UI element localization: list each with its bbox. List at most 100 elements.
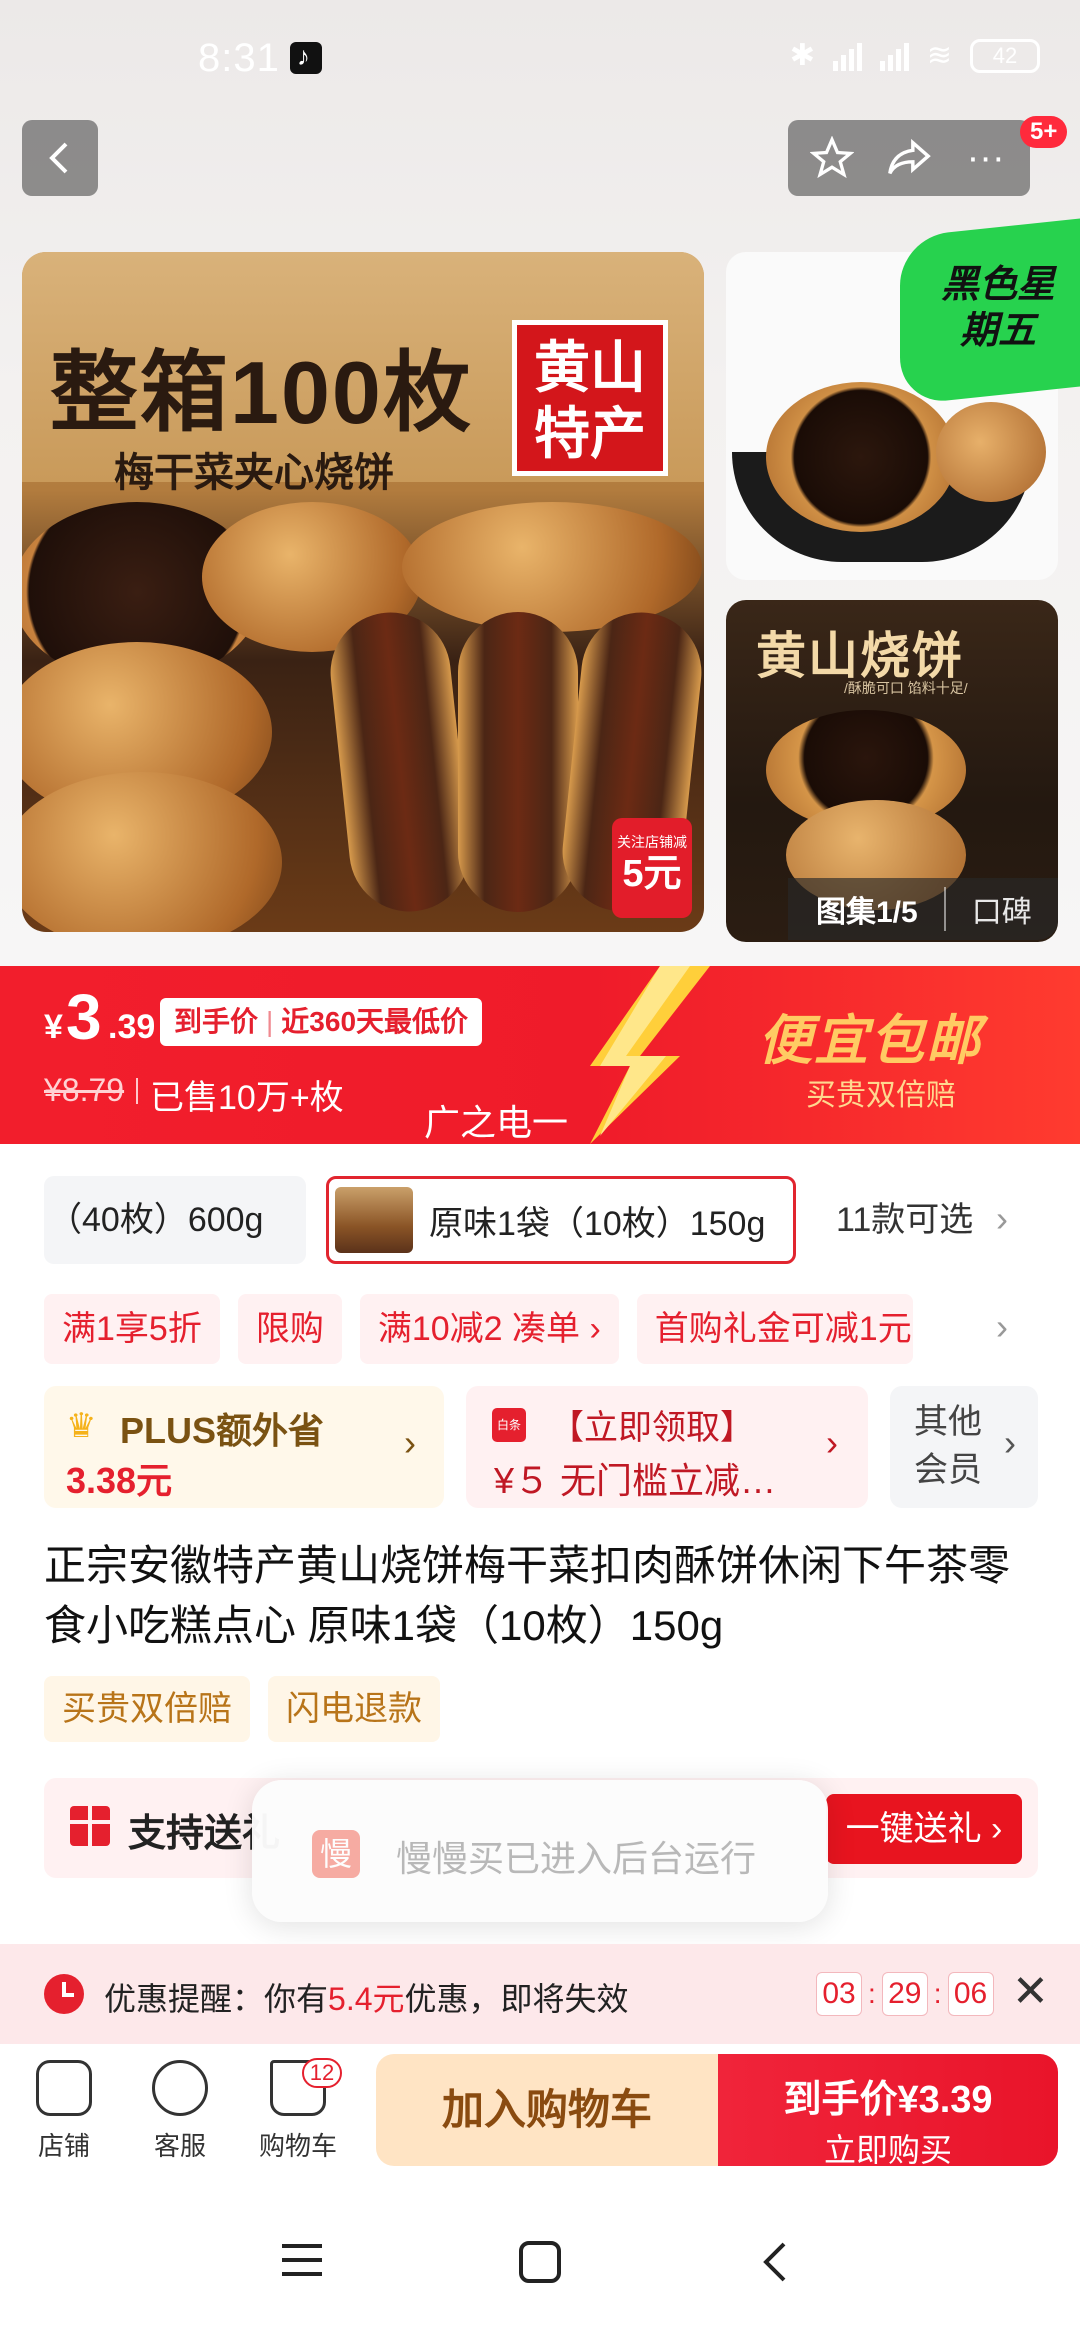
promo-tag[interactable]: 满10减2 凑单 › bbox=[359, 1294, 619, 1364]
follow-store-promo: 关注店铺减 5元 bbox=[612, 818, 692, 918]
close-icon[interactable]: ✕ bbox=[1012, 1966, 1049, 2017]
guarantee-tag[interactable]: 闪电退款 bbox=[268, 1676, 440, 1742]
system-navigation-bar bbox=[0, 2190, 1080, 2340]
send-gift-button[interactable]: 一键送礼 › bbox=[826, 1794, 1022, 1864]
buy-now-label: 立即购买 bbox=[823, 2132, 952, 2168]
buy-now-button[interactable]: 到手价¥3.39 立即购买 bbox=[718, 2054, 1058, 2168]
reviews-link[interactable]: 口碑 bbox=[946, 887, 1032, 931]
back-button[interactable] bbox=[22, 120, 98, 196]
app-icon: 慢 bbox=[312, 1830, 360, 1878]
guarantee-tag[interactable]: 买贵双倍赔 bbox=[44, 1676, 250, 1742]
sku-more-link[interactable]: 11款可选 bbox=[836, 1176, 973, 1264]
timer-minutes: 29 bbox=[881, 1972, 928, 2016]
message-badge: 5+ bbox=[1020, 116, 1068, 148]
baitiao-icon: 白条 bbox=[492, 1408, 526, 1442]
thumbnail-subtitle: /酥脆可口 馅料十足/ bbox=[844, 680, 968, 696]
guarantee-row: 买贵双倍赔 闪电退款 bbox=[44, 1676, 440, 1742]
product-title: 正宗安徽特产黄山烧饼梅干菜扣肉酥饼休闲下午茶零食小吃糕点心 原味1袋（10枚）1… bbox=[44, 1542, 1011, 1649]
promo-tag[interactable]: 首购礼金可减1元 bbox=[636, 1294, 913, 1364]
battery-indicator: 42 bbox=[970, 38, 1040, 73]
timer-hours: 03 bbox=[816, 1972, 862, 2016]
plus-savings-card[interactable]: ♛ PLUS额外省 3.38元 › bbox=[44, 1386, 444, 1508]
status-icons: ✱ ≋ 42 bbox=[790, 38, 1040, 73]
sku-selector: （40枚）600g 原味1袋（10枚）150g 11款可选 › bbox=[0, 1176, 1080, 1266]
background-toast: 慢 慢慢买已进入后台运行 bbox=[252, 1780, 828, 1922]
status-time: 8:31 bbox=[198, 36, 280, 80]
smiley-icon bbox=[152, 2060, 208, 2116]
gift-icon bbox=[70, 1806, 110, 1846]
store-icon bbox=[36, 2060, 92, 2116]
more-icon[interactable]: ··· bbox=[956, 128, 1016, 188]
plus-title: PLUS额外省 bbox=[120, 1410, 325, 1451]
menu-icon[interactable] bbox=[280, 2240, 324, 2280]
crown-icon: ♛ bbox=[66, 1407, 97, 1445]
add-to-cart-button[interactable]: 加入购物车 bbox=[376, 2054, 718, 2166]
image-headline: 整箱100枚 bbox=[50, 343, 473, 442]
chevron-right-icon: › bbox=[404, 1422, 416, 1463]
pastry-slice bbox=[458, 612, 578, 912]
pastry-image bbox=[936, 402, 1046, 502]
cart-count-badge: 12 bbox=[302, 2058, 342, 2088]
original-price: ¥8.79 bbox=[44, 1072, 125, 1108]
album-bar: 图集1/5 口碑 bbox=[788, 878, 1058, 940]
tiktok-icon bbox=[290, 41, 322, 74]
free-shipping-title: 便宜包邮 bbox=[758, 1011, 982, 1071]
buy-price: 到手价¥3.39 bbox=[783, 2079, 993, 2121]
price-integer: 3 bbox=[66, 981, 102, 1053]
wifi-icon: ≋ bbox=[926, 39, 952, 72]
reminder-text: 优惠提醒：你有5.4元优惠，即将失效 bbox=[104, 1981, 629, 2017]
price-decimal: .39 bbox=[108, 1008, 156, 1046]
share-icon[interactable] bbox=[879, 128, 939, 188]
sku-option-selected[interactable]: 原味1袋（10枚）150g bbox=[326, 1176, 796, 1264]
chevron-left-icon bbox=[49, 142, 68, 174]
toast-message: 慢慢买已进入后台运行 bbox=[396, 1838, 757, 1879]
signal-icon-2 bbox=[879, 41, 909, 71]
price-banner: ¥ 3 .39 到手价 | 近360天最低价 ¥8.79 已售10万+枚 广之电一 … bbox=[0, 966, 1080, 1144]
chevron-right-icon: › bbox=[996, 1198, 1008, 1239]
price-currency: ¥ bbox=[44, 1008, 63, 1046]
album-counter[interactable]: 图集1/5 bbox=[788, 887, 946, 931]
coupon-value: ¥５ 无门槛立减… bbox=[494, 1460, 777, 1501]
star-icon[interactable] bbox=[802, 128, 862, 188]
bluetooth-icon: ✱ bbox=[789, 39, 815, 72]
black-friday-label: 黑色星期五 bbox=[940, 264, 1055, 352]
price-tag: 到手价 | 近360天最低价 bbox=[160, 998, 483, 1046]
price-guarantee-subtitle: 买贵双倍赔 bbox=[806, 1079, 956, 1112]
promo-tag-row: 满1享5折 限购 满10减2 凑单 › 首购礼金可减1元 bbox=[44, 1294, 913, 1364]
image-subheadline: 梅干菜夹心烧饼 bbox=[114, 451, 394, 495]
sold-count: 已售10万+枚 bbox=[136, 1070, 344, 1119]
chevron-right-icon: › bbox=[1004, 1422, 1016, 1463]
pastry-slice bbox=[324, 606, 476, 918]
sku-option-label: 原味1袋（10枚）150g bbox=[429, 1204, 766, 1243]
promo-tag[interactable]: 限购 bbox=[237, 1294, 342, 1364]
countdown-timer: 03: 29: 06 bbox=[816, 1972, 994, 2016]
other-member-card[interactable]: 其他会员 › bbox=[890, 1386, 1038, 1508]
signal-icon bbox=[832, 41, 862, 71]
lightning-icon bbox=[590, 966, 710, 1144]
status-bar: 8:31 ✱ ≋ 42 bbox=[0, 0, 1080, 118]
plus-value: 3.38元 bbox=[66, 1460, 173, 1501]
pastry-image bbox=[402, 502, 702, 632]
clock-icon bbox=[44, 1974, 84, 2014]
banner-caption: 广之电一 bbox=[424, 1102, 569, 1143]
customer-service-button[interactable]: 客服 bbox=[130, 2060, 230, 2163]
nav-action-group: ··· bbox=[788, 120, 1030, 196]
home-icon[interactable] bbox=[518, 2240, 562, 2284]
promo-tag[interactable]: 满1享5折 bbox=[44, 1294, 220, 1364]
coupon-title: 【立即领取】 bbox=[550, 1409, 754, 1447]
pastry-image bbox=[766, 382, 956, 532]
discount-reminder-bar: 优惠提醒：你有5.4元优惠，即将失效 03: 29: 06 ✕ bbox=[0, 1944, 1080, 2044]
chevron-right-icon: › bbox=[826, 1422, 838, 1463]
timer-seconds: 06 bbox=[947, 1972, 994, 2016]
sku-option[interactable]: （40枚）600g bbox=[44, 1176, 306, 1264]
main-product-image[interactable]: 整箱100枚 梅干菜夹心烧饼 黄山特产 关注店铺减 5元 bbox=[22, 252, 704, 932]
chevron-right-icon[interactable]: › bbox=[996, 1306, 1008, 1348]
sku-thumbnail bbox=[335, 1187, 413, 1253]
coupon-card[interactable]: 白条 【立即领取】 ¥５ 无门槛立减… › bbox=[466, 1386, 868, 1508]
back-nav-icon[interactable] bbox=[760, 2240, 790, 2284]
member-label: 其他会员 bbox=[914, 1403, 982, 1489]
pastry-image bbox=[22, 772, 282, 932]
shop-button[interactable]: 店铺 bbox=[14, 2060, 114, 2163]
bottom-action-bar: 店铺 客服 购物车 12 加入购物车 到手价¥3.39 立即购买 bbox=[0, 2044, 1080, 2184]
huangshan-badge: 黄山特产 bbox=[512, 320, 668, 476]
